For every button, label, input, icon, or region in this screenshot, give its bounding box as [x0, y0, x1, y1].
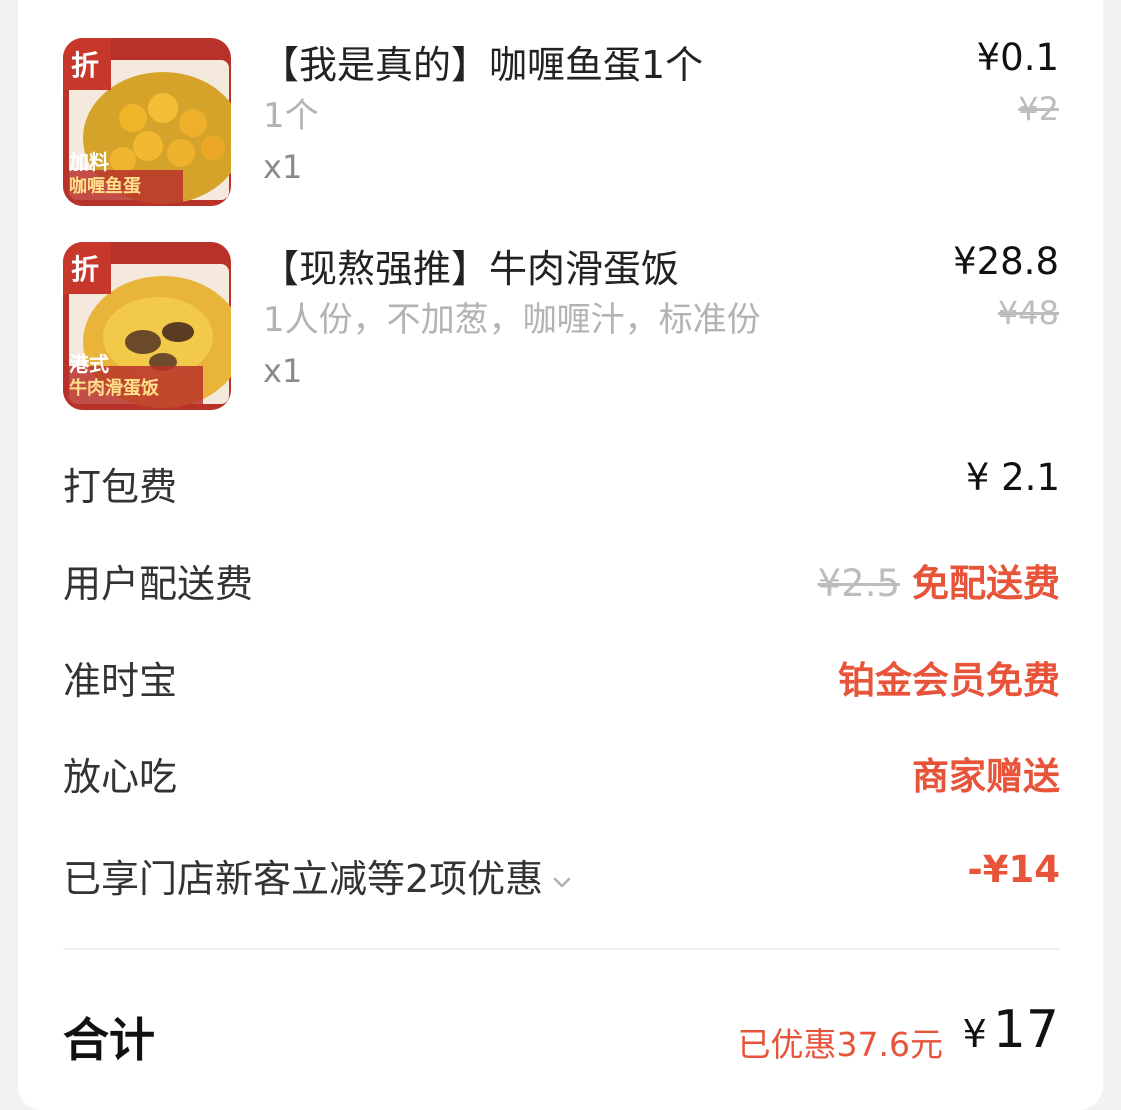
ontime-row: 准时宝 铂金会员免费: [63, 650, 1060, 710]
discount-label-group[interactable]: 已享门店新客立减等2项优惠: [63, 848, 573, 903]
order-item[interactable]: 折 加料 咖喱鱼蛋 【我是真的】咖喱鱼蛋1个 1个 x1 ¥0.1 ¥2: [63, 36, 1063, 208]
item-name: 【现熬强推】牛肉滑蛋饭: [261, 247, 680, 291]
item-spec: 1个: [263, 96, 319, 136]
ontime-value: 铂金会员免费: [838, 659, 1060, 702]
delivery-fee-label: 用户配送费: [63, 562, 254, 606]
discount-label: 已享门店新客立减等2项优惠: [63, 857, 544, 901]
delivery-fee-value: 免配送费: [912, 562, 1060, 605]
discount-row[interactable]: 已享门店新客立减等2项优惠 -¥14: [63, 848, 1060, 908]
chevron-down-icon[interactable]: [551, 871, 573, 893]
divider: [63, 948, 1060, 950]
thumb-caption: 加料: [69, 150, 109, 174]
packing-fee-row: 打包费 ¥ 2.1: [63, 456, 1060, 516]
total-label: 合计: [63, 1013, 155, 1067]
total-number: 17: [992, 1000, 1059, 1060]
item-price: ¥28.8: [953, 240, 1059, 283]
item-thumbnail: 折 港式 牛肉滑蛋饭: [63, 242, 231, 410]
discount-badge: 折: [71, 253, 100, 286]
delivery-fee-value-group: ¥2.5 免配送费: [818, 553, 1060, 607]
item-name: 【我是真的】咖喱鱼蛋1个: [261, 43, 704, 87]
item-original-price: ¥48: [997, 294, 1059, 332]
assurance-value: 商家赠送: [912, 755, 1060, 798]
discount-value: -¥14: [967, 848, 1060, 891]
total-amount: ¥17: [963, 1000, 1059, 1060]
assurance-row: 放心吃 商家赠送: [63, 746, 1060, 806]
packing-fee-value: ¥ 2.1: [965, 456, 1060, 499]
item-original-price: ¥2: [1018, 90, 1059, 128]
thumb-caption: 咖喱鱼蛋: [69, 176, 141, 197]
item-thumbnail: 折 加料 咖喱鱼蛋: [63, 38, 231, 206]
thumb-caption: 港式: [69, 352, 109, 376]
item-quantity: x1: [263, 352, 303, 390]
item-quantity: x1: [263, 148, 303, 186]
delivery-fee-original: ¥2.5: [817, 562, 900, 605]
order-item[interactable]: 折 港式 牛肉滑蛋饭 【现熬强推】牛肉滑蛋饭 1人份，不加葱，咖喱汁，标准份 x…: [63, 240, 1063, 412]
ontime-label: 准时宝: [63, 659, 178, 703]
assurance-label: 放心吃: [63, 755, 178, 799]
currency-symbol: ¥: [962, 1012, 987, 1056]
discount-badge: 折: [71, 49, 100, 82]
packing-fee-label: 打包费: [63, 465, 178, 509]
item-price: ¥0.1: [976, 36, 1059, 79]
saved-amount: 已优惠37.6元: [737, 1025, 943, 1064]
thumb-caption: 牛肉滑蛋饭: [69, 378, 159, 399]
delivery-fee-row: 用户配送费 ¥2.5 免配送费: [63, 553, 1060, 613]
item-spec: 1人份，不加葱，咖喱汁，标准份: [263, 300, 761, 340]
